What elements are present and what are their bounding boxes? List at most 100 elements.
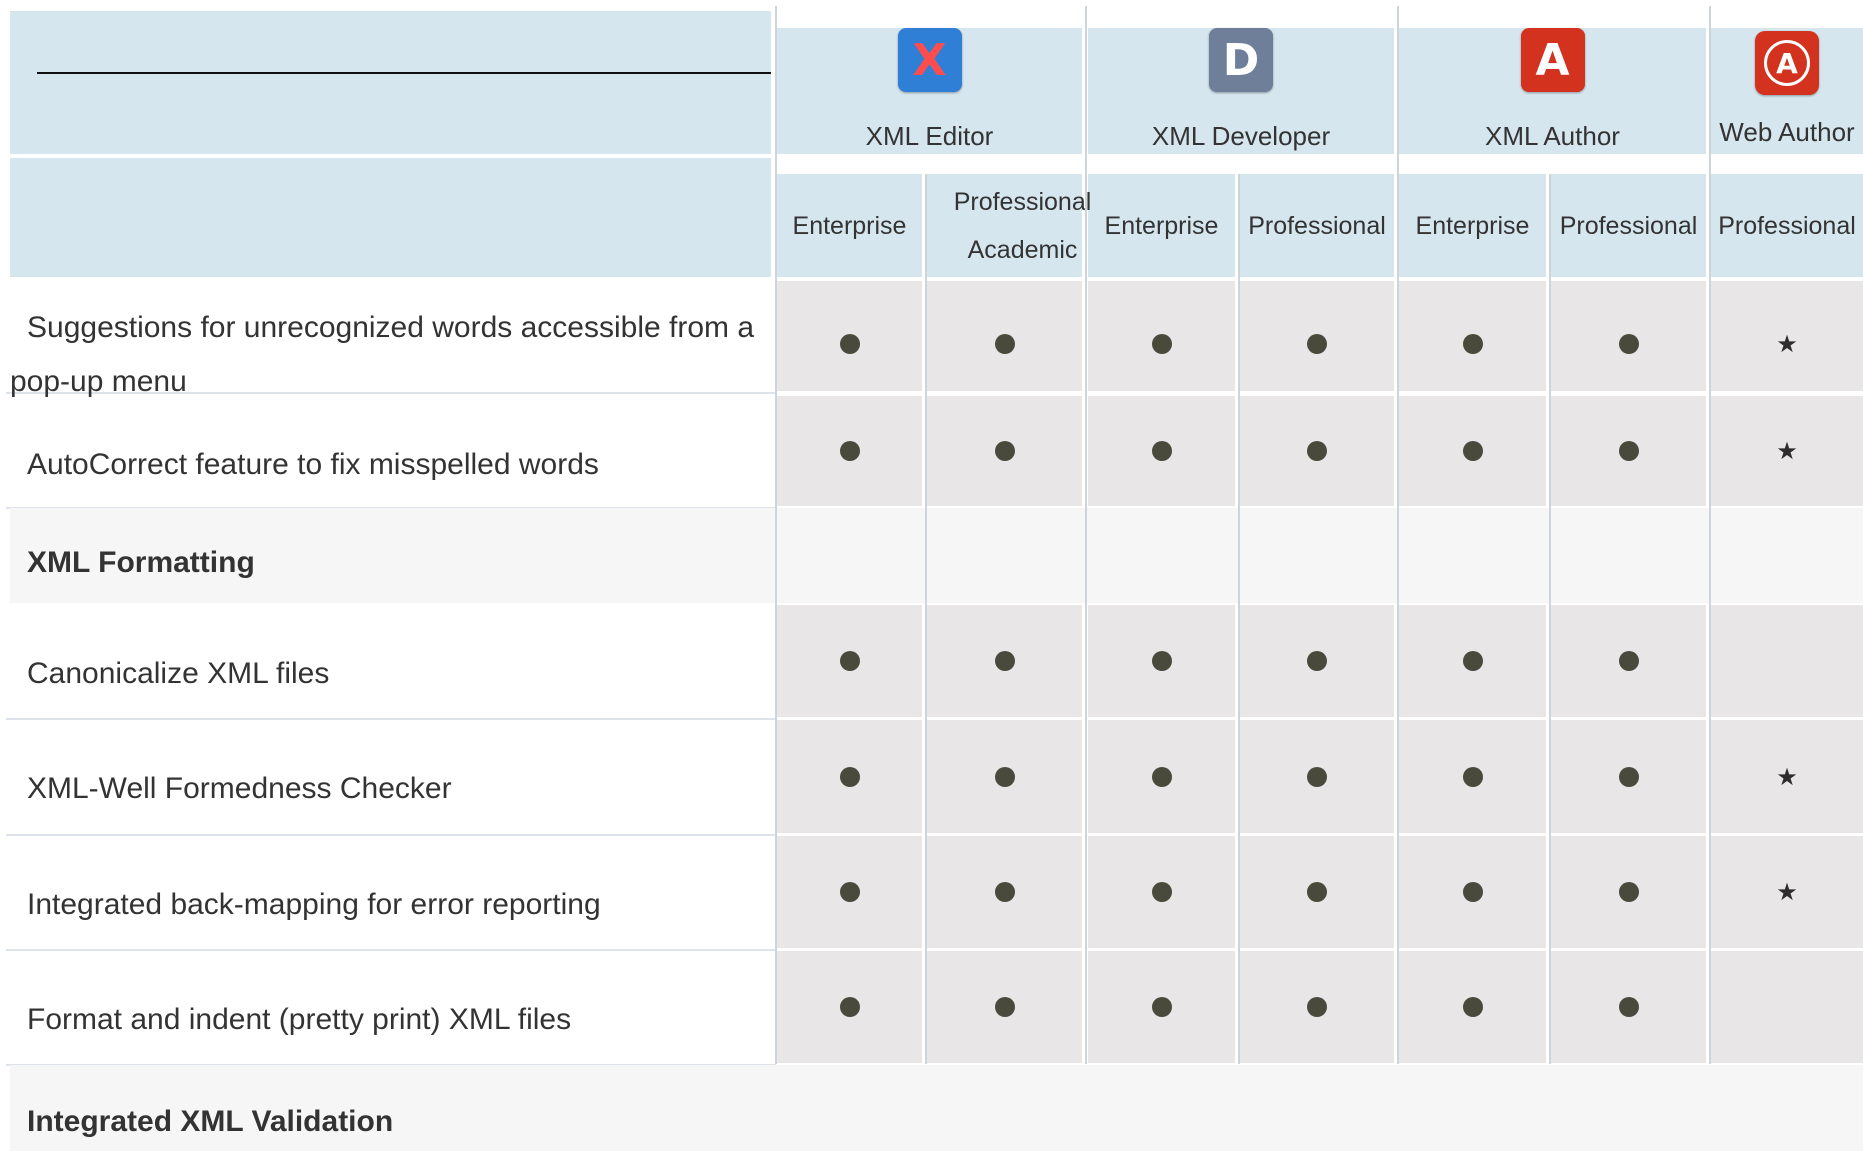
feature-label: Suggestions for unrecognized words acces… <box>10 311 755 398</box>
dot-glyph <box>1151 997 1172 1017</box>
dot-glyph <box>1462 997 1483 1017</box>
supported-dot-icon <box>839 334 860 354</box>
supported-dot-icon <box>839 441 860 461</box>
dot-glyph <box>1151 441 1172 461</box>
supported-dot-icon <box>994 997 1015 1017</box>
supported-dot-icon <box>1307 651 1327 671</box>
header-left-bottom <box>10 158 771 277</box>
supported-dot-icon <box>1618 766 1639 787</box>
supported-dot-icon <box>1618 997 1639 1017</box>
edition-label: Enterprise <box>792 211 907 240</box>
supported-dot-icon <box>1618 334 1639 354</box>
supported-dot-icon <box>1462 441 1483 461</box>
dot-glyph <box>1307 997 1327 1017</box>
dot-glyph <box>1307 651 1327 671</box>
supported-dot-icon <box>1618 441 1639 461</box>
dot-glyph <box>839 651 860 671</box>
edition-label: Enterprise <box>1104 211 1219 240</box>
edition-label: Professional <box>1559 211 1698 240</box>
dot-glyph <box>1307 441 1327 461</box>
star-icon: ★ <box>1776 880 1798 904</box>
star-icon: ★ <box>1776 765 1798 789</box>
supported-dot-icon <box>839 651 860 671</box>
star-glyph: ★ <box>1776 437 1798 465</box>
product-name: XML Editor <box>865 121 994 151</box>
product-name: XML Developer <box>1151 121 1331 151</box>
supported-dot-icon <box>1151 997 1172 1017</box>
body-separator <box>1085 174 1087 1064</box>
dot-glyph <box>1618 882 1639 902</box>
star-glyph: ★ <box>1776 878 1798 906</box>
header-left-top <box>10 11 771 154</box>
dot-glyph <box>839 441 860 461</box>
supported-dot-icon <box>1307 441 1327 461</box>
supported-dot-icon <box>1307 882 1327 902</box>
web-author-logo-icon: A <box>1755 31 1819 95</box>
supported-dot-icon <box>1462 766 1483 787</box>
body-separator <box>775 174 777 1064</box>
dot-glyph <box>1462 766 1483 787</box>
feature-cell <box>1711 951 1863 1063</box>
supported-dot-icon <box>994 651 1015 671</box>
dot-glyph <box>839 882 860 902</box>
body-separator <box>925 174 927 1064</box>
supported-dot-icon <box>839 766 860 787</box>
dot-glyph <box>1307 334 1327 354</box>
row-divider <box>6 718 776 720</box>
supported-dot-icon <box>1151 651 1172 671</box>
body-separator <box>1709 174 1711 1064</box>
supported-dot-icon <box>839 997 860 1017</box>
feature-label: Canonicalize XML files <box>27 657 330 690</box>
dot-glyph <box>994 766 1015 787</box>
dot-glyph <box>839 766 860 787</box>
dot-glyph <box>1462 441 1483 461</box>
header-rule <box>37 72 771 74</box>
supported-dot-icon <box>994 882 1015 902</box>
dot-glyph <box>1618 766 1639 787</box>
supported-dot-icon <box>1151 334 1172 354</box>
dot-glyph <box>1618 997 1639 1017</box>
cloud-a-glyph: A <box>1764 40 1810 86</box>
dot-glyph <box>1151 334 1172 354</box>
body-separator <box>1238 174 1240 1064</box>
star-glyph: ★ <box>1776 330 1798 358</box>
row-divider <box>6 834 776 836</box>
supported-dot-icon <box>994 441 1015 461</box>
body-separator <box>1549 174 1551 1064</box>
dot-glyph <box>1151 651 1172 671</box>
supported-dot-icon <box>1307 997 1327 1017</box>
section-heading: Integrated XML Validation <box>27 1105 394 1138</box>
edition-label: Professional <box>1248 211 1386 240</box>
feature-label: Integrated back-mapping for error report… <box>27 888 601 921</box>
edition-label: Professional <box>1718 211 1856 240</box>
dot-glyph <box>839 997 860 1017</box>
dot-glyph <box>1307 766 1327 787</box>
dot-glyph <box>839 334 860 354</box>
supported-dot-icon <box>1462 882 1483 902</box>
supported-dot-icon <box>1462 651 1483 671</box>
dot-glyph <box>1151 882 1172 902</box>
dot-glyph <box>1307 882 1327 902</box>
supported-dot-icon <box>1307 766 1327 787</box>
dot-glyph <box>994 441 1015 461</box>
edition-label: Enterprise <box>1415 211 1530 240</box>
product-name: Web Author <box>1719 117 1855 147</box>
supported-dot-icon <box>1462 997 1483 1017</box>
dot-glyph <box>994 882 1015 902</box>
dot-glyph <box>994 997 1015 1017</box>
section-row <box>10 508 1863 603</box>
product-name: XML Author <box>1485 121 1620 151</box>
supported-dot-icon <box>994 334 1015 354</box>
dot-glyph <box>1618 441 1639 461</box>
dot-glyph <box>1462 882 1483 902</box>
xml-author-logo-icon: A <box>1520 28 1585 92</box>
dot-glyph <box>994 651 1015 671</box>
supported-dot-icon <box>994 766 1015 787</box>
star-glyph: ★ <box>1776 762 1798 791</box>
feature-label: AutoCorrect feature to fix misspelled wo… <box>27 448 599 481</box>
supported-dot-icon <box>1151 766 1172 787</box>
supported-dot-icon <box>1307 334 1327 354</box>
dot-glyph <box>1462 651 1483 671</box>
feature-label: XML-Well Formedness Checker <box>27 772 452 805</box>
supported-dot-icon <box>1151 441 1172 461</box>
